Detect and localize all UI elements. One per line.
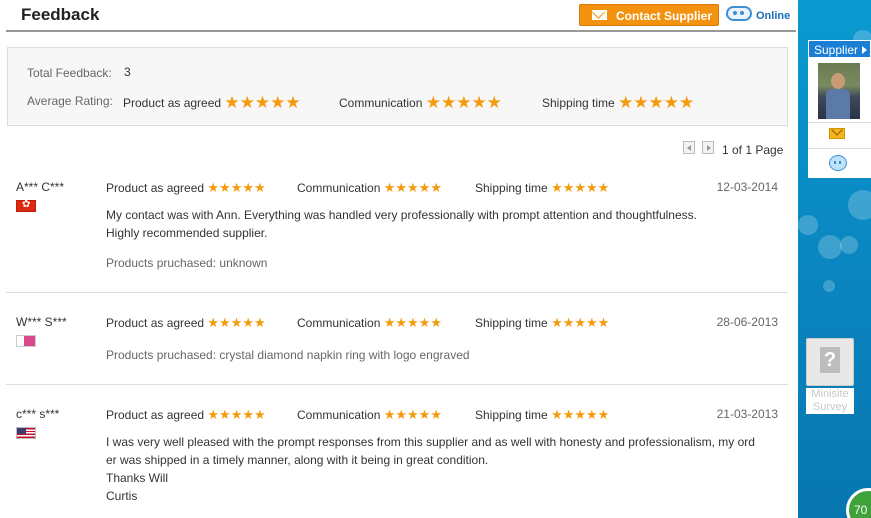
- envelope-icon: [592, 10, 607, 20]
- arrow-right-icon: [862, 46, 867, 54]
- supplier-avatar[interactable]: [818, 63, 860, 119]
- rating-label: Product as agreed: [106, 408, 205, 422]
- rating-label: Communication: [297, 316, 381, 330]
- review-rating-shipping: Shipping time ★★★★★: [475, 315, 609, 331]
- rating-label: Shipping time: [475, 181, 548, 195]
- decorative-bubble: [798, 215, 818, 235]
- online-chat-link[interactable]: Online: [726, 6, 796, 26]
- supplier-tab-label: Supplier: [814, 43, 859, 57]
- chat-bubble-icon: [726, 6, 752, 21]
- star-rating-icon: ★★★★★: [383, 407, 442, 422]
- star-rating-icon: ★★★★★: [425, 93, 502, 112]
- decorative-bubble: [823, 280, 835, 292]
- hong-kong-flag-icon: [16, 199, 36, 212]
- page-title: Feedback: [21, 5, 100, 24]
- star-rating-icon: ★★★★★: [551, 407, 610, 422]
- review-rating-shipping: Shipping time ★★★★★: [475, 180, 609, 196]
- survey-icon: [806, 338, 854, 386]
- star-rating-icon: ★★★★★: [207, 180, 266, 195]
- review-rating-product: Product as agreed ★★★★★: [106, 180, 266, 196]
- feedback-summary: Total Feedback: 3 Average Rating: Produc…: [7, 47, 788, 126]
- decorative-bubble: [848, 190, 871, 220]
- rating-label: Communication: [339, 96, 423, 110]
- review-rating-product: Product as agreed ★★★★★: [106, 315, 266, 331]
- comment-line: Highly recommended supplier.: [106, 226, 268, 240]
- reviewer-name: c*** s***: [16, 407, 60, 421]
- comment-line: er was shipped in a timely manner, along…: [106, 453, 489, 467]
- reviewer-name: A*** C***: [16, 180, 65, 194]
- rating-label: Product as agreed: [123, 96, 222, 110]
- online-label: Online: [756, 10, 791, 22]
- star-rating-icon: ★★★★★: [383, 315, 442, 330]
- page-indicator: 1 of 1 Page: [722, 143, 784, 157]
- star-rating-icon: ★★★★★: [224, 93, 301, 112]
- review-rating-communication: Communication ★★★★★: [297, 315, 442, 331]
- review-date: 28-06-2013: [716, 315, 778, 329]
- review-divider: [6, 384, 788, 385]
- comment-line: I was very well pleased with the prompt …: [106, 435, 755, 449]
- survey-label-line: Minisite: [811, 388, 849, 400]
- products-purchased: Products pruchased: crystal diamond napk…: [106, 348, 470, 362]
- comment-line: Thanks Will: [106, 471, 169, 485]
- review-item: c*** s*** Product as agreed ★★★★★ Commun…: [6, 407, 788, 515]
- previous-page-button[interactable]: [683, 141, 695, 154]
- supplier-card: [808, 58, 871, 178]
- rating-label: Product as agreed: [106, 181, 205, 195]
- average-rating-label: Average Rating:: [27, 94, 113, 108]
- star-rating-icon: ★★★★★: [207, 315, 266, 330]
- star-rating-icon: ★★★★★: [551, 180, 610, 195]
- score-value: 70: [854, 503, 868, 517]
- decorative-bubble: [840, 236, 858, 254]
- summary-rating-product: Product as agreed ★★★★★: [123, 92, 301, 112]
- total-feedback-value: 3: [124, 65, 131, 79]
- comment-line: Curtis: [106, 489, 138, 503]
- next-page-button[interactable]: [702, 141, 714, 154]
- side-panel: Supplier Minisite Survey 70: [798, 0, 871, 518]
- chat-icon[interactable]: [829, 155, 847, 171]
- products-purchased: Products pruchased: unknown: [106, 256, 268, 270]
- reviewer-name: W*** S***: [16, 315, 67, 329]
- review-rating-communication: Communication ★★★★★: [297, 180, 442, 196]
- divider: [808, 122, 871, 123]
- star-rating-icon: ★★★★★: [551, 315, 610, 330]
- review-comment: My contact was with Ann. Everything was …: [106, 206, 746, 242]
- survey-label-line: Survey: [812, 401, 848, 413]
- pink-flag-icon: [16, 335, 36, 347]
- summary-rating-communication: Communication ★★★★★: [339, 92, 502, 112]
- rating-label: Shipping time: [542, 96, 615, 110]
- total-feedback-label: Total Feedback:: [27, 66, 112, 80]
- mail-icon[interactable]: [829, 128, 845, 139]
- review-date: 21-03-2013: [716, 407, 778, 421]
- contact-supplier-button[interactable]: Contact Supplier: [579, 4, 719, 26]
- feedback-header: Feedback Contact Supplier Online: [6, 0, 796, 32]
- review-rating-communication: Communication ★★★★★: [297, 407, 442, 423]
- rating-label: Shipping time: [475, 316, 548, 330]
- star-rating-icon: ★★★★★: [383, 180, 442, 195]
- contact-supplier-label: Contact Supplier: [616, 9, 713, 23]
- us-flag-icon: [16, 427, 36, 439]
- star-rating-icon: ★★★★★: [207, 407, 266, 422]
- review-date: 12-03-2014: [716, 180, 778, 194]
- divider: [808, 148, 871, 149]
- star-rating-icon: ★★★★★: [618, 93, 695, 112]
- supplier-tab[interactable]: Supplier: [808, 40, 871, 58]
- review-divider: [6, 292, 788, 293]
- score-badge[interactable]: 70: [846, 488, 871, 518]
- comment-line: My contact was with Ann. Everything was …: [106, 208, 697, 222]
- survey-label: Minisite Survey: [806, 388, 854, 414]
- review-comment: I was very well pleased with the prompt …: [106, 433, 755, 505]
- summary-rating-shipping: Shipping time ★★★★★: [542, 92, 694, 112]
- rating-label: Product as agreed: [106, 316, 205, 330]
- review-item: W*** S*** Product as agreed ★★★★★ Commun…: [6, 315, 788, 375]
- review-rating-shipping: Shipping time ★★★★★: [475, 407, 609, 423]
- rating-label: Communication: [297, 408, 381, 422]
- rating-label: Shipping time: [475, 408, 548, 422]
- feedback-panel: Feedback Contact Supplier Online Total F…: [0, 0, 798, 518]
- decorative-bubble: [818, 235, 842, 259]
- rating-label: Communication: [297, 181, 381, 195]
- review-item: A*** C*** Product as agreed ★★★★★ Commun…: [6, 180, 788, 290]
- review-rating-product: Product as agreed ★★★★★: [106, 407, 266, 423]
- minisite-survey-button[interactable]: Minisite Survey: [806, 338, 854, 416]
